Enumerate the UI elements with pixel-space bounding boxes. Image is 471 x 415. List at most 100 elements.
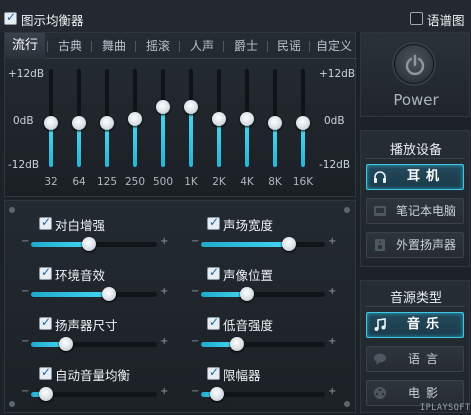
playback-device-title: 播放设备: [389, 143, 442, 158]
eq-slider-knob[interactable]: [296, 116, 310, 130]
eq-slider-fill: [245, 119, 249, 167]
eq-slider-knob[interactable]: [212, 112, 226, 126]
tab-preset[interactable]: 人声: [181, 33, 223, 59]
increase-icon[interactable]: +: [160, 336, 168, 347]
increase-icon[interactable]: +: [328, 286, 336, 297]
effect-label: 环境音效: [55, 268, 106, 283]
db-mid-left: 0dB: [13, 115, 34, 127]
tab-preset[interactable]: 爵士: [225, 33, 267, 59]
decrease-icon[interactable]: −: [21, 336, 29, 347]
eq-slider-knob[interactable]: [44, 116, 58, 130]
spectrum-label: 语谱图: [427, 13, 465, 28]
eq-slider-knob[interactable]: [128, 112, 142, 126]
increase-icon[interactable]: +: [328, 386, 336, 397]
effect-checkbox[interactable]: [207, 215, 220, 230]
playback-option-button[interactable]: 笔记本电脑: [366, 198, 464, 224]
eq-slider-knob[interactable]: [240, 112, 254, 126]
eq-slider-fill: [161, 107, 165, 167]
increase-icon[interactable]: +: [328, 336, 336, 347]
source-option-label: 音乐: [406, 317, 445, 332]
eq-slider-knob[interactable]: [100, 116, 114, 130]
increase-icon[interactable]: +: [328, 236, 336, 247]
tab-preset[interactable]: 自定义: [311, 33, 357, 59]
show-eq-checkbox[interactable]: [4, 10, 17, 25]
increase-icon[interactable]: +: [160, 236, 168, 247]
tab-preset[interactable]: 舞曲: [93, 33, 135, 59]
tab-divider: [91, 41, 92, 52]
eq-band-frequency: 1K: [184, 176, 198, 188]
tab-preset[interactable]: 摇滚: [137, 33, 179, 59]
tab-divider: [309, 41, 310, 52]
effect-checkbox[interactable]: [207, 265, 220, 280]
watermark: IPLAYSOFT: [420, 403, 471, 413]
playback-device-panel: 播放设备 耳机笔记本电脑外置扬声器: [360, 130, 470, 267]
tab-preset[interactable]: 民谣: [269, 33, 309, 59]
decrease-icon[interactable]: −: [21, 386, 29, 397]
film-icon: [373, 386, 387, 400]
headphones-icon: [373, 170, 387, 184]
effect-checkbox[interactable]: [207, 315, 220, 330]
effect-slider-knob[interactable]: [230, 337, 244, 351]
decrease-icon[interactable]: −: [191, 236, 199, 247]
eq-slider-knob[interactable]: [156, 100, 170, 114]
playback-option-button[interactable]: 耳机: [366, 164, 464, 190]
effect-slider-knob[interactable]: [102, 287, 116, 301]
tab-preset[interactable]: 流行: [5, 33, 45, 59]
eq-slider-knob[interactable]: [72, 116, 86, 130]
eq-band-frequency: 16K: [292, 176, 314, 188]
effect-slider-knob[interactable]: [59, 337, 73, 351]
effect-checkbox[interactable]: [39, 315, 52, 330]
effect-checkbox[interactable]: [39, 365, 52, 380]
effect-slider-knob[interactable]: [210, 387, 224, 401]
speech-bubble-icon: [373, 352, 387, 366]
preset-tabs: 流行 古典 舞曲 摇滚 人声 爵士 民谣 自定义: [5, 33, 357, 59]
playback-option-button[interactable]: 外置扬声器: [366, 232, 464, 258]
effect-slider-knob[interactable]: [240, 287, 254, 301]
effect-slider-knob[interactable]: [282, 237, 296, 251]
divider: [365, 306, 465, 307]
db-bottom-left: -12dB: [8, 159, 40, 171]
effect-slider-knob[interactable]: [82, 237, 96, 251]
eq-slider-knob[interactable]: [268, 116, 282, 130]
playback-option-label: 外置扬声器: [395, 238, 456, 252]
decrease-icon[interactable]: −: [191, 286, 199, 297]
screw-decoration: [9, 207, 15, 213]
effect-checkbox[interactable]: [39, 265, 52, 280]
decrease-icon[interactable]: −: [191, 336, 199, 347]
eq-slider-knob[interactable]: [184, 100, 198, 114]
tab-divider: [267, 41, 268, 52]
effect-slider-fill: [201, 242, 289, 247]
eq-band-frequency: 4K: [240, 176, 254, 188]
music-note-icon: [373, 318, 387, 332]
effect-slider-fill: [31, 242, 89, 247]
source-option-button[interactable]: 语言: [366, 346, 464, 372]
effect-label: 声像位置: [223, 268, 274, 283]
power-label: Power: [393, 91, 439, 109]
decrease-icon[interactable]: −: [191, 386, 199, 397]
decrease-icon[interactable]: −: [21, 236, 29, 247]
effect-checkbox[interactable]: [39, 215, 52, 230]
tab-divider: [179, 41, 180, 52]
source-option-button[interactable]: 音乐: [366, 312, 464, 338]
increase-icon[interactable]: +: [160, 386, 168, 397]
decrease-icon[interactable]: −: [21, 286, 29, 297]
eq-slider-fill: [217, 119, 221, 167]
tab-divider: [223, 41, 224, 52]
power-button[interactable]: [394, 44, 434, 84]
source-option-label: 语言: [407, 352, 444, 366]
tab-preset[interactable]: 古典: [49, 33, 91, 59]
spectrum-checkbox[interactable]: [410, 12, 423, 25]
power-panel: Power: [360, 32, 470, 117]
speaker-icon: [373, 238, 387, 252]
eq-band-frequency: 8K: [268, 176, 282, 188]
eq-slider-fill: [189, 107, 193, 167]
effect-slider-knob[interactable]: [39, 387, 53, 401]
effect-label: 对白增强: [55, 218, 106, 233]
screw-decoration: [9, 401, 15, 407]
increase-icon[interactable]: +: [160, 286, 168, 297]
source-type-panel: 音源类型 音乐 语言 电影: [360, 280, 470, 413]
effect-slider-fill: [31, 292, 109, 297]
playback-option-label: 笔记本电脑: [395, 204, 456, 218]
db-bottom-right: -12dB: [319, 159, 351, 171]
effect-checkbox[interactable]: [207, 365, 220, 380]
